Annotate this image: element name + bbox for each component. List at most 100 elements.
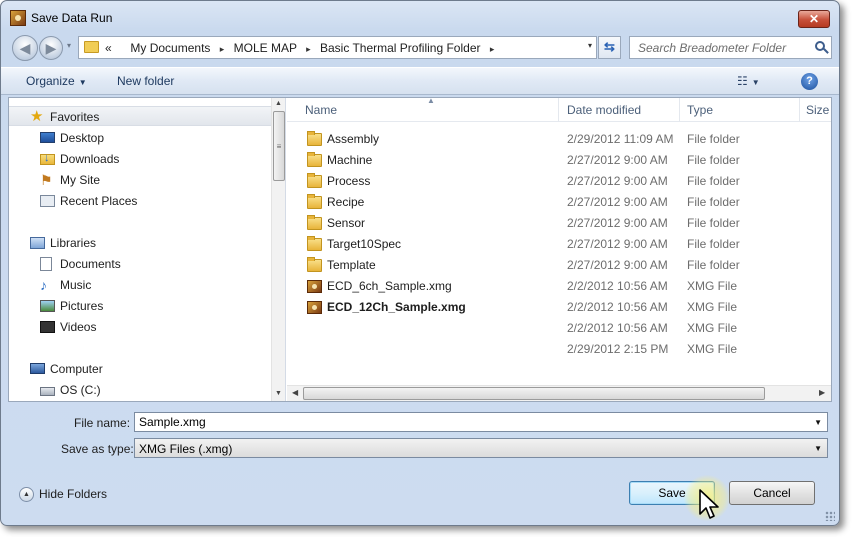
new-folder-button[interactable]: New folder [117, 74, 174, 88]
file-row[interactable]: Sensor 2/27/2012 9:00 AM File folder [287, 213, 831, 234]
scroll-right-icon[interactable]: ▶ [819, 388, 825, 397]
column-size[interactable]: Size [806, 103, 829, 117]
file-row[interactable]: 2/29/2012 2:15 PM XMG File [287, 339, 831, 360]
nav-os-c[interactable]: OS (C:) [9, 380, 271, 400]
nav-computer-label: Computer [50, 362, 103, 376]
file-date: 2/27/2012 9:00 AM [567, 195, 668, 209]
chevron-down-icon[interactable]: ▼ [814, 444, 822, 453]
file-name: Machine [327, 153, 373, 167]
address-dropdown-button[interactable]: ▾ [588, 41, 592, 50]
column-divider[interactable] [558, 98, 559, 122]
help-icon[interactable]: ? [801, 73, 818, 90]
column-date-modified[interactable]: Date modified [567, 103, 641, 117]
file-row[interactable]: ECD_12Ch_Sample.xmg 2/2/2012 10:56 AM XM… [287, 297, 831, 318]
recent-pages-dropdown[interactable]: ▾ [67, 41, 71, 50]
address-bar[interactable]: « My Documents ▸ MOLE MAP ▸ Basic Therma… [78, 36, 597, 59]
change-view-button[interactable]: ☷ ▼ [737, 74, 760, 88]
folder-icon [307, 257, 322, 272]
xmg-file-icon [307, 280, 322, 293]
column-divider[interactable] [679, 98, 680, 122]
file-name: Process [327, 174, 371, 188]
nav-recent-places[interactable]: Recent Places [9, 191, 271, 211]
column-divider[interactable] [799, 98, 800, 122]
folder-icon [84, 41, 99, 53]
nav-desktop[interactable]: Desktop [9, 128, 271, 148]
navigation-pane: ★ Favorites Desktop Downloads ⚑ My Site … [9, 98, 286, 401]
search-box[interactable] [629, 36, 832, 59]
save-as-type-value: XMG Files (.xmg) [139, 442, 233, 456]
refresh-button[interactable]: ⇆ [598, 36, 621, 59]
file-row[interactable]: Machine 2/27/2012 9:00 AM File folder [287, 150, 831, 171]
star-icon: ★ [30, 108, 44, 125]
chevron-right-icon[interactable]: ▸ [306, 44, 311, 55]
file-row[interactable]: Template 2/27/2012 9:00 AM File folder [287, 255, 831, 276]
breadcrumb: « My Documents ▸ MOLE MAP ▸ Basic Therma… [105, 41, 500, 55]
forward-button[interactable]: ▶ [39, 36, 63, 60]
file-list-hscrollbar[interactable]: ◀ ▶ [287, 385, 831, 401]
nav-my-site[interactable]: ⚑ My Site [9, 170, 271, 190]
back-button[interactable]: ◀ [12, 35, 38, 61]
file-date: 2/2/2012 10:56 AM [567, 279, 668, 293]
nav-scrollbar[interactable]: ▲ ≡ ▼ [271, 98, 285, 401]
file-type: File folder [687, 237, 740, 251]
file-row[interactable]: 2/2/2012 10:56 AM XMG File [287, 318, 831, 339]
nav-libraries-label: Libraries [50, 236, 97, 250]
nav-favorites[interactable]: ★ Favorites [9, 106, 271, 126]
file-row[interactable]: Process 2/27/2012 9:00 AM File folder [287, 171, 831, 192]
nav-documents[interactable]: Documents [9, 254, 271, 274]
file-row[interactable]: Recipe 2/27/2012 9:00 AM File folder [287, 192, 831, 213]
desktop-icon [40, 132, 55, 143]
scrollbar-thumb[interactable]: ≡ [273, 111, 285, 181]
breadcrumb-mole-map[interactable]: MOLE MAP [234, 41, 297, 55]
nav-label: Recent Places [60, 194, 138, 208]
save-as-type-select[interactable]: XMG Files (.xmg) ▼ [134, 438, 828, 458]
breadcrumb-my-documents[interactable]: My Documents [130, 41, 210, 55]
xmg-file-icon [307, 301, 322, 314]
hide-folders-button[interactable]: ▲ Hide Folders [19, 487, 107, 503]
file-type: File folder [687, 153, 740, 167]
scroll-up-icon[interactable]: ▲ [275, 100, 282, 107]
search-input[interactable] [630, 37, 810, 58]
nav-pictures[interactable]: Pictures [9, 296, 271, 316]
column-name[interactable]: Name [305, 103, 337, 117]
nav-libraries[interactable]: Libraries [9, 233, 271, 253]
nav-videos[interactable]: Videos [9, 317, 271, 337]
documents-icon [40, 257, 52, 271]
save-dialog: Save Data Run ✕ ◀ ▶ ▾ « My Documents ▸ M… [0, 0, 840, 526]
sort-ascending-icon: ▲ [427, 98, 435, 105]
organize-button[interactable]: Organize ▼ [26, 74, 87, 88]
search-icon[interactable] [815, 41, 825, 51]
column-type[interactable]: Type [687, 103, 713, 117]
file-name: Sensor [327, 216, 366, 230]
resize-grip[interactable] [825, 511, 835, 521]
nav-downloads[interactable]: Downloads [9, 149, 271, 169]
view-icon: ☷ [737, 74, 748, 88]
file-name-combobox[interactable]: ▼ [134, 412, 828, 432]
file-row[interactable]: Target10Spec 2/27/2012 9:00 AM File fold… [287, 234, 831, 255]
close-button[interactable]: ✕ [798, 10, 830, 28]
browser-area: ★ Favorites Desktop Downloads ⚑ My Site … [8, 97, 832, 402]
nav-label: Music [60, 278, 92, 292]
file-name: Assembly [327, 132, 380, 146]
videos-icon [40, 321, 55, 333]
nav-label: Pictures [60, 299, 104, 313]
file-row[interactable]: ECD_6ch_Sample.xmg 2/2/2012 10:56 AM XMG… [287, 276, 831, 297]
file-date: 2/27/2012 9:00 AM [567, 153, 668, 167]
nav-music[interactable]: ♪ Music [9, 275, 271, 295]
scroll-down-icon[interactable]: ▼ [275, 390, 282, 397]
scroll-left-icon[interactable]: ◀ [292, 388, 298, 397]
file-row[interactable]: Assembly 2/29/2012 11:09 AM File folder [287, 129, 831, 150]
file-date: 2/27/2012 9:00 AM [567, 174, 668, 188]
file-type: XMG File [687, 342, 738, 356]
breadcrumb-basic-thermal-profiling-folder[interactable]: Basic Thermal Profiling Folder [320, 41, 481, 55]
file-name-label: File name: [74, 416, 131, 430]
file-type: File folder [687, 216, 740, 230]
chevron-down-icon[interactable]: ▼ [814, 418, 822, 427]
cancel-button[interactable]: Cancel [729, 481, 815, 505]
file-name-input[interactable] [135, 413, 805, 431]
chevron-right-icon[interactable]: ▸ [490, 44, 495, 55]
scrollbar-thumb[interactable] [303, 387, 765, 400]
breadcrumb-overflow[interactable]: « [105, 41, 112, 55]
chevron-right-icon[interactable]: ▸ [220, 44, 225, 55]
nav-computer[interactable]: Computer [9, 359, 271, 379]
